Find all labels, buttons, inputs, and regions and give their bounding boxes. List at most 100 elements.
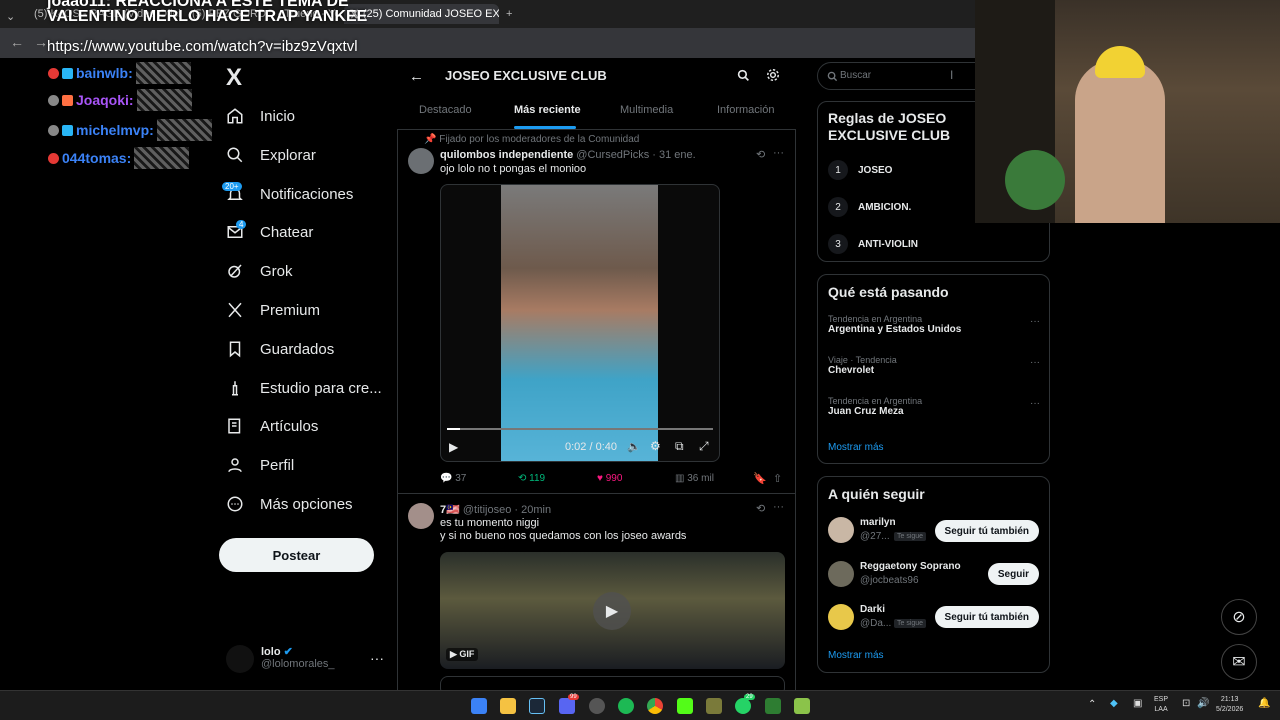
- follow-back-button[interactable]: Seguir tú también: [934, 606, 1039, 628]
- pip-icon[interactable]: ⧉: [675, 439, 684, 454]
- chat-message: bainwlb:: [48, 62, 191, 84]
- author-name[interactable]: 7🇲🇾: [440, 504, 460, 516]
- nav-explore[interactable]: Explorar: [226, 140, 316, 170]
- grok-analyze-icon[interactable]: ⟲: [756, 148, 765, 161]
- rule-item[interactable]: 1 JOSEO: [828, 160, 892, 180]
- tab-informacion[interactable]: Información: [717, 104, 774, 116]
- windows-taskbar: 99 29 ⌃ ◆ ▣ ESP LAA ⊡ 🔊 21:13 5/2/2026 🔔: [0, 690, 1280, 720]
- language-indicator[interactable]: ESP LAA: [1154, 695, 1168, 715]
- nav-premium[interactable]: Premium: [226, 295, 320, 325]
- search-icon[interactable]: [737, 69, 750, 82]
- repost-button[interactable]: ⟲ 119: [518, 473, 545, 484]
- chrome-icon[interactable]: [647, 698, 663, 714]
- clock[interactable]: 21:13 5/2/2026: [1216, 695, 1243, 715]
- quoted-post[interactable]: [440, 676, 785, 690]
- new-tab-button[interactable]: +: [506, 4, 512, 24]
- whatsapp-icon[interactable]: [735, 698, 751, 714]
- nav-home[interactable]: Inicio: [226, 101, 295, 131]
- author-handle[interactable]: @CursedPicks: [576, 149, 649, 161]
- obs-icon[interactable]: [589, 698, 605, 714]
- post-time[interactable]: · 20min: [514, 504, 551, 516]
- video-progress-track[interactable]: [447, 428, 713, 430]
- trend-item[interactable]: Viaje · Tendencia Chevrolet ···: [828, 355, 1040, 376]
- forward-arrow-icon[interactable]: →: [34, 34, 48, 50]
- more-dots-icon[interactable]: ···: [773, 147, 784, 159]
- reply-button[interactable]: 💬 37: [440, 473, 466, 484]
- avatar[interactable]: [408, 503, 434, 529]
- post[interactable]: 7🇲🇾 @titijoseo · 20min ⟲ ··· es tu momen…: [397, 494, 796, 690]
- views-button[interactable]: ▥ 36 mil: [675, 473, 714, 484]
- author-handle[interactable]: @titijoseo: [463, 504, 511, 516]
- rule-label: AMBICION.: [858, 201, 912, 213]
- volume-icon[interactable]: 🔈: [627, 440, 641, 453]
- tray-icon[interactable]: ▣: [1133, 698, 1142, 709]
- nav-more[interactable]: Más opciones: [226, 489, 353, 519]
- steam-icon[interactable]: [529, 698, 545, 714]
- network-icon[interactable]: ⊡: [1182, 698, 1190, 709]
- trend-item[interactable]: Tendencia en Argentina Argentina y Estad…: [828, 314, 1040, 335]
- streamer-image: [1075, 60, 1165, 223]
- video-player[interactable]: ▶ 0:02 / 0:40 🔈 ⚙ ⧉ ⤢: [440, 184, 720, 462]
- show-more-link[interactable]: Mostrar más: [828, 442, 884, 453]
- minecraft-icon[interactable]: [794, 698, 810, 714]
- trend-item[interactable]: Tendencia en Argentina Juan Cruz Meza ··…: [828, 396, 1040, 417]
- play-icon[interactable]: ▶: [593, 592, 631, 630]
- account-info[interactable]: lolo ✔ @lolomorales_: [261, 645, 335, 670]
- stream-title-overlay: joaao11: REACCIONA A ESTE TEMA DE VALENT…: [47, 0, 367, 25]
- tab-mas-reciente[interactable]: Más reciente: [514, 104, 581, 116]
- app-icon[interactable]: [706, 698, 722, 714]
- author-name[interactable]: quilombos independiente: [440, 149, 573, 161]
- grok-float-icon[interactable]: ⊘: [1221, 599, 1257, 635]
- gif-media[interactable]: ▶ ▶ GIF: [440, 552, 785, 669]
- nav-profile[interactable]: Perfil: [226, 450, 294, 480]
- windows-start-icon[interactable]: [471, 698, 487, 714]
- nav-grok[interactable]: Grok: [226, 256, 293, 286]
- more-dots-icon[interactable]: ···: [1030, 357, 1040, 368]
- post-time[interactable]: · 31 ene.: [652, 149, 695, 161]
- more-dots-icon[interactable]: ···: [773, 501, 784, 513]
- follow-back-button[interactable]: Seguir tú también: [934, 520, 1039, 542]
- back-arrow-icon[interactable]: ←: [10, 34, 24, 50]
- grok-analyze-icon[interactable]: ⟲: [756, 502, 765, 515]
- emote-image: [135, 62, 191, 84]
- bookmark-icon[interactable]: 🔖: [753, 472, 767, 485]
- fullscreen-icon[interactable]: ⤢: [699, 439, 709, 454]
- more-dots-icon[interactable]: ···: [1030, 316, 1040, 327]
- like-button[interactable]: ♥ 990: [597, 473, 622, 484]
- more-dots-icon[interactable]: ···: [370, 650, 384, 666]
- kick-icon[interactable]: [677, 698, 693, 714]
- chevron-up-icon[interactable]: ⌃: [1088, 699, 1096, 710]
- play-icon[interactable]: ▶: [449, 440, 458, 454]
- app-icon[interactable]: [765, 698, 781, 714]
- messages-float-icon[interactable]: ✉: [1221, 644, 1257, 680]
- account-switcher[interactable]: [226, 645, 254, 673]
- nav-notifications[interactable]: Notificaciones: [226, 179, 353, 209]
- nav-creator-studio[interactable]: Estudio para cre...: [226, 373, 382, 403]
- post-button[interactable]: Postear: [219, 538, 374, 572]
- tab-list-button[interactable]: ⌄: [6, 6, 22, 26]
- file-explorer-icon[interactable]: [500, 698, 516, 714]
- back-arrow-icon[interactable]: ←: [409, 68, 424, 85]
- share-icon[interactable]: ⇧: [773, 472, 782, 485]
- post[interactable]: 📌 Fijado por los moderadores de la Comun…: [397, 130, 796, 494]
- settings-gear-icon[interactable]: [766, 68, 780, 82]
- tray-icon[interactable]: ◆: [1110, 698, 1118, 709]
- tab-destacado[interactable]: Destacado: [419, 104, 472, 116]
- settings-gear-icon[interactable]: ⚙: [650, 439, 661, 453]
- rule-item[interactable]: 3 ANTI-VIOLIN: [828, 234, 918, 254]
- nav-bookmarks[interactable]: Guardados: [226, 334, 334, 364]
- more-dots-icon[interactable]: ···: [1030, 398, 1040, 409]
- avatar[interactable]: [408, 148, 434, 174]
- spotify-icon[interactable]: [618, 698, 634, 714]
- discord-icon[interactable]: [559, 698, 575, 714]
- volume-icon[interactable]: 🔊: [1197, 698, 1209, 709]
- nav-articles[interactable]: Artículos: [226, 411, 318, 441]
- notification-center-icon[interactable]: 🔔: [1258, 698, 1270, 709]
- tab-multimedia[interactable]: Multimedia: [620, 104, 673, 116]
- follow-button[interactable]: Seguir: [987, 563, 1039, 585]
- heart-icon: ♥: [597, 473, 603, 484]
- x-logo-icon[interactable]: X: [226, 64, 242, 92]
- show-more-link[interactable]: Mostrar más: [828, 650, 884, 661]
- search-input[interactable]: Buscar: [840, 70, 871, 81]
- rule-item[interactable]: 2 AMBICION.: [828, 197, 911, 217]
